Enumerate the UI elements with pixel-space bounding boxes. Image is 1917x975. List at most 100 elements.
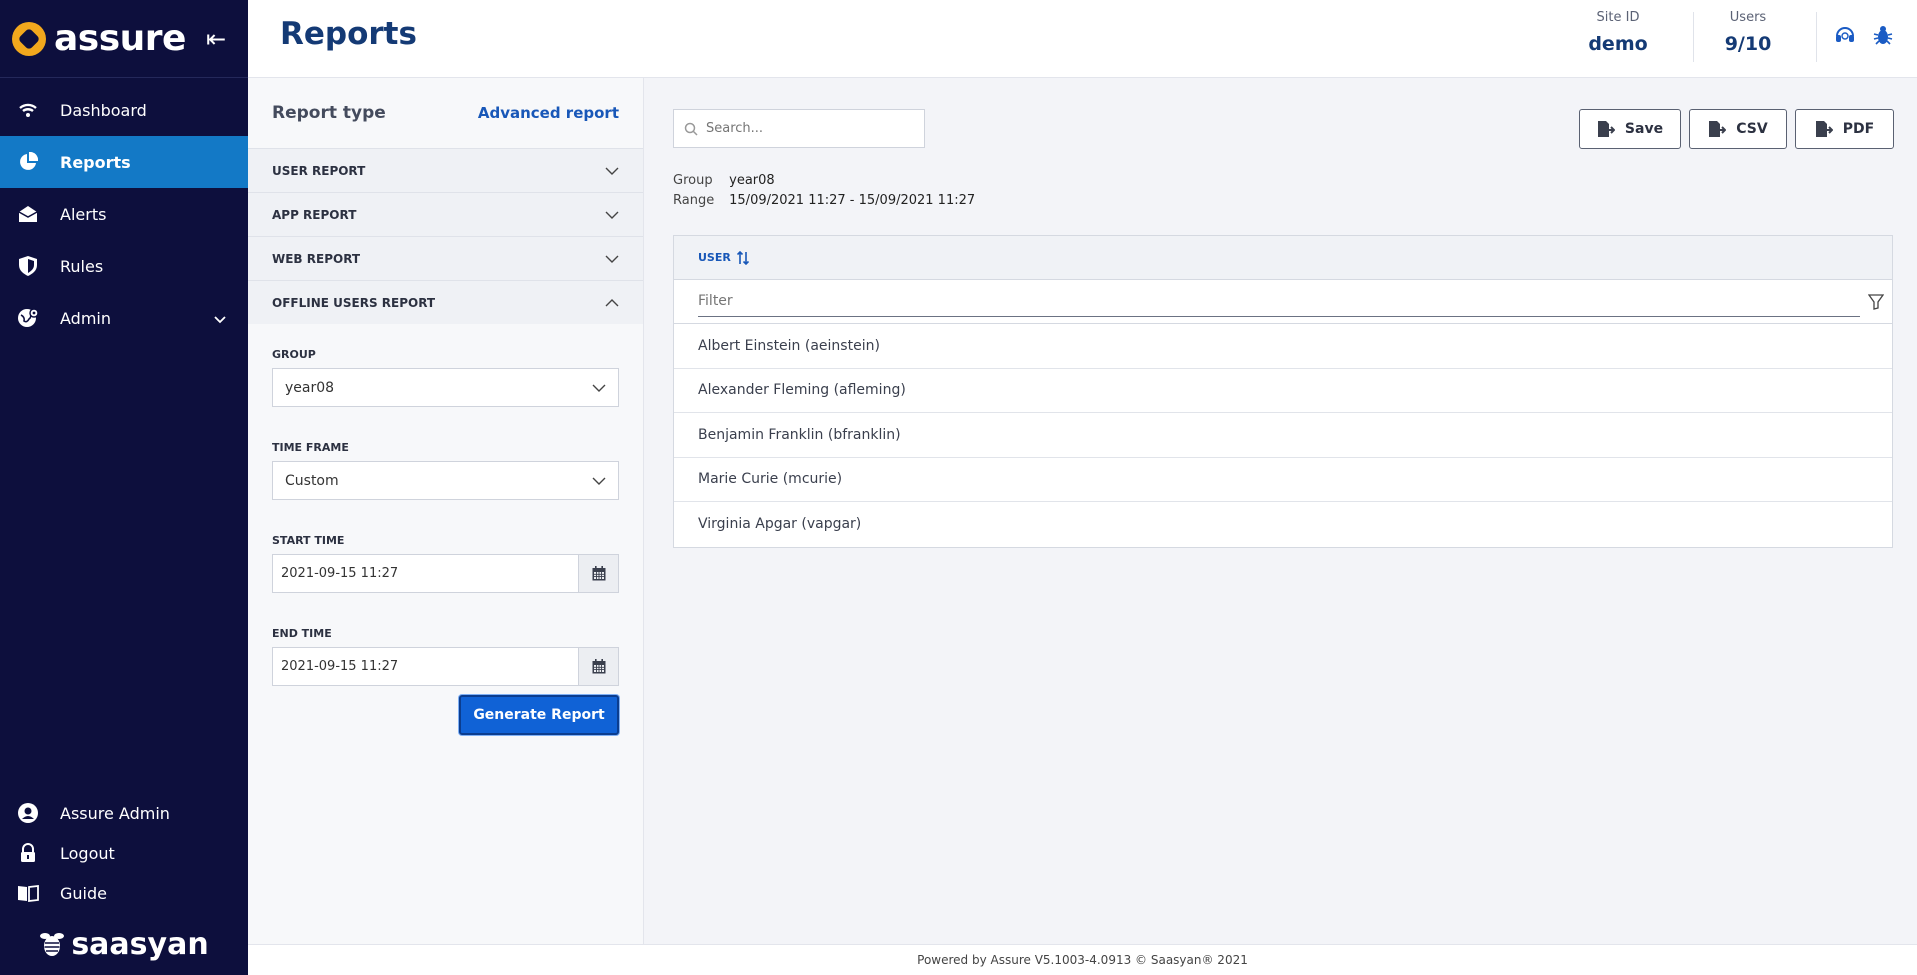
report-meta: Group year08 Range 15/09/2021 11:27 - 15… [673,171,975,211]
chevron-down-icon [592,384,606,392]
sidebar-item-label: Admin [60,308,111,328]
wifi-icon [16,98,40,122]
top-header: Reports Site ID demo Users 9/10 [248,0,1917,78]
accordion-offline-users-report[interactable]: OFFLINE USERS REPORT [248,280,643,324]
table-row[interactable]: Albert Einstein (aeinstein) [674,324,1892,369]
end-time-label: END TIME [272,627,332,640]
page-title: Reports [280,16,417,52]
accordion-label: OFFLINE USERS REPORT [272,295,436,310]
bug-icon[interactable] [1872,24,1896,48]
accordion-user-report[interactable]: USER REPORT [248,148,643,192]
chevron-down-icon [605,211,619,219]
globe-gear-icon [16,306,40,330]
book-icon [16,881,40,905]
sidebar-item-label: Guide [60,883,107,903]
site-id-value: demo [1588,33,1648,55]
panel-header: Report type Advanced report [248,78,643,148]
meta-group-value: year08 [729,173,775,188]
sidebar-item-label: Logout [60,843,115,863]
start-time-input[interactable] [272,554,579,593]
pie-chart-icon [16,150,40,174]
timeframe-label: TIME FRAME [272,441,349,454]
search-input[interactable] [706,121,906,136]
table-row[interactable]: Marie Curie (mcurie) [674,458,1892,502]
calendar-icon[interactable] [579,554,619,593]
sidebar-item-dashboard[interactable]: Dashboard [0,84,248,136]
sidebar-item-label: Reports [60,152,131,172]
meta-group-row: Group year08 [673,171,975,191]
search-icon [684,122,698,136]
site-id-label: Site ID [1596,10,1640,25]
start-time-label: START TIME [272,534,345,547]
meta-range-value: 15/09/2021 11:27 - 15/09/2021 11:27 [729,193,976,208]
bee-icon [40,933,65,956]
chevron-down-icon[interactable] [214,309,226,328]
start-time-field [272,554,619,593]
timeframe-select-value: Custom [285,472,339,489]
pdf-button[interactable]: PDF [1795,109,1894,149]
save-button[interactable]: Save [1579,109,1681,149]
end-time-field [272,647,619,686]
group-select-value: year08 [285,379,335,396]
sidebar-item-assure-admin[interactable]: Assure Admin [0,793,248,833]
end-time-input[interactable] [272,647,579,686]
header-divider [1693,12,1694,62]
filter-input[interactable] [698,286,1860,317]
accordion-label: APP REPORT [272,207,357,222]
chevron-down-icon [605,167,619,175]
sidebar-bottom: Assure Admin Logout Guide saasyan [0,793,248,975]
chevron-up-icon [605,298,619,306]
table-row[interactable]: Virginia Apgar (vapgar) [674,502,1892,547]
sidebar-item-label: Rules [60,256,104,276]
site-id-stat: Site ID demo [1578,10,1658,55]
meta-group-key: Group [673,173,713,188]
sort-icon[interactable] [736,250,749,265]
user-icon [16,801,40,825]
report-type-title: Report type [272,103,386,123]
calendar-icon[interactable] [579,647,619,686]
envelope-icon [16,202,40,226]
pdf-button-label: PDF [1842,121,1875,137]
accordion-label: USER REPORT [272,163,366,178]
csv-button[interactable]: CSV [1689,109,1787,149]
advanced-report-link[interactable]: Advanced report [478,104,619,122]
table-row[interactable]: Alexander Fleming (afleming) [674,369,1892,413]
sidebar-item-guide[interactable]: Guide [0,873,248,913]
report-results: Save CSV PDF Group year08 Range 15/09/20… [644,78,1917,944]
filter-row [674,280,1892,324]
sidebar-item-label: Alerts [60,204,107,224]
assure-logo-icon [12,21,46,56]
file-export-icon [1597,120,1615,138]
users-table: USER Albert Einstein (aeinstein) Alexand… [673,235,1893,548]
timeframe-select[interactable]: Custom [272,461,619,500]
brand-name: assure [54,18,186,59]
accordion-app-report[interactable]: APP REPORT [248,192,643,236]
save-button-label: Save [1624,121,1664,137]
sidebar-item-alerts[interactable]: Alerts [0,188,248,240]
collapse-sidebar-icon[interactable]: ⇤ [206,25,226,53]
generate-report-button[interactable]: Generate Report [459,695,619,735]
group-select[interactable]: year08 [272,368,619,407]
sidebar-item-reports[interactable]: Reports [0,136,248,188]
file-export-icon [1708,120,1727,138]
accordion-label: WEB REPORT [272,251,361,266]
filter-icon[interactable] [1868,293,1884,310]
sidebar-item-rules[interactable]: Rules [0,240,248,292]
accordion-web-report[interactable]: WEB REPORT [248,236,643,280]
table-row[interactable]: Benjamin Franklin (bfranklin) [674,413,1892,458]
report-options-panel: Report type Advanced report USER REPORT … [248,78,644,944]
sidebar-item-label: Assure Admin [60,803,170,823]
sidebar-item-admin[interactable]: Admin [0,292,248,344]
offline-report-form: GROUP year08 TIME FRAME Custom START TIM… [248,324,643,686]
sidebar-item-logout[interactable]: Logout [0,833,248,873]
column-header-user[interactable]: USER [698,251,731,264]
sidebar-item-label: Dashboard [60,100,147,120]
saasyan-logo: saasyan [0,913,248,975]
shield-icon [16,254,40,278]
search-box [673,109,925,148]
brand-bar: assure ⇤ [0,0,248,78]
users-value: 9/10 [1724,33,1772,55]
csv-button-label: CSV [1736,121,1768,137]
users-label: Users [1729,10,1767,25]
headset-icon[interactable] [1834,24,1858,48]
